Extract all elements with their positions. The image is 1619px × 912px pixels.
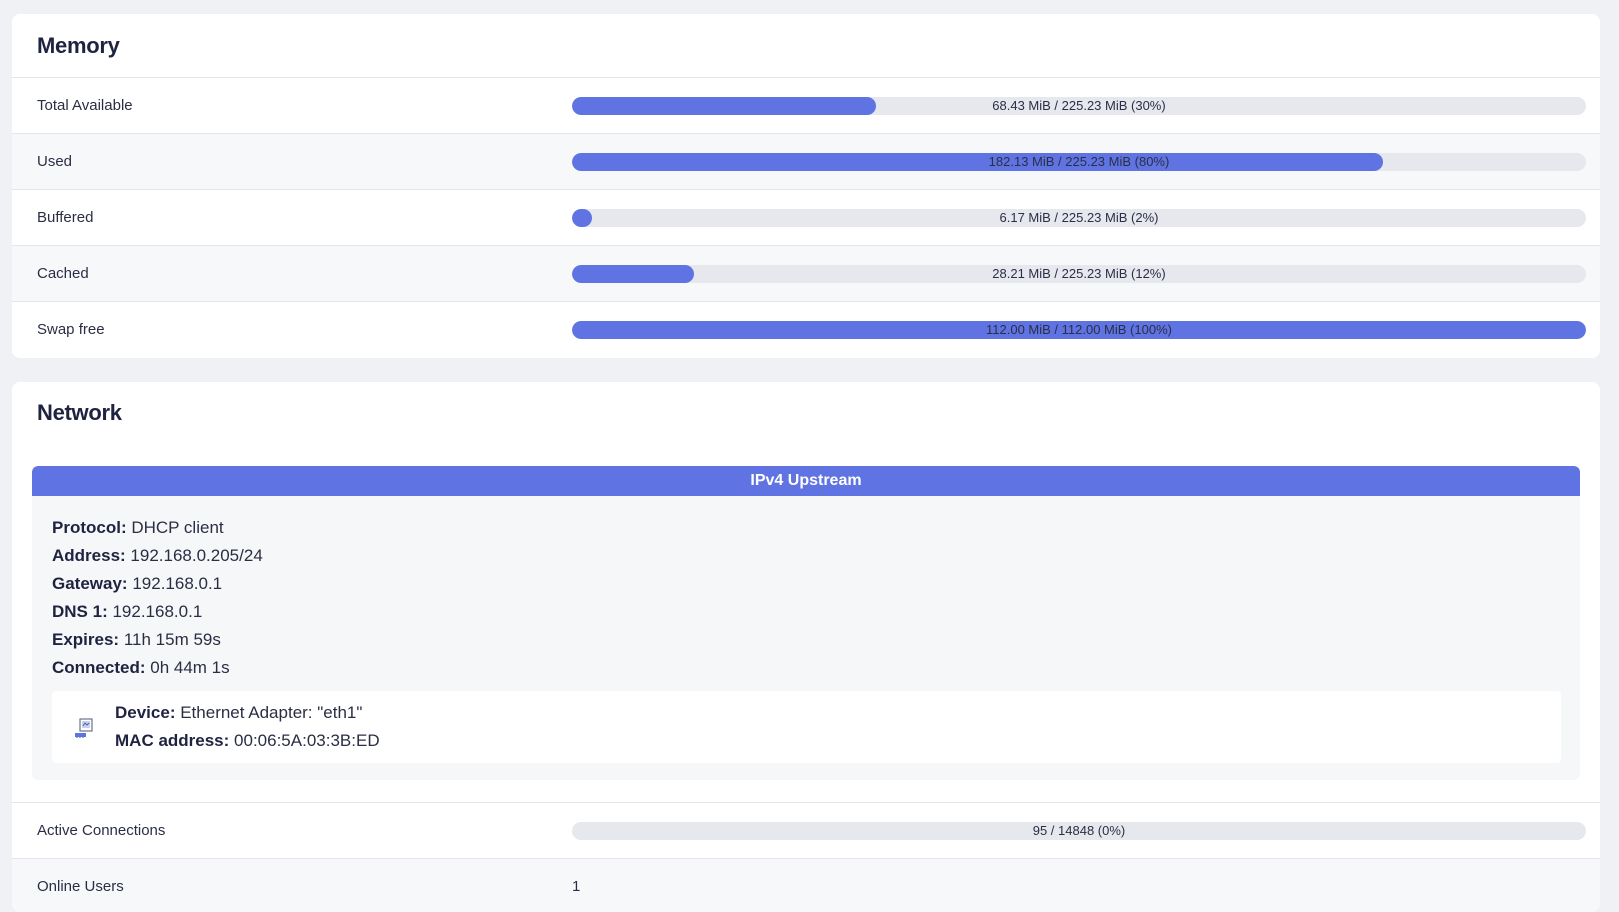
gateway-value: 192.168.0.1 <box>132 574 223 593</box>
active-connections-bar: 95 / 14848 (0%) <box>572 822 1586 840</box>
memory-title: Memory <box>12 14 1600 78</box>
ethernet-adapter-icon <box>74 717 96 739</box>
dns-value: 192.168.0.1 <box>112 602 203 621</box>
active-connections-text: 95 / 14848 (0%) <box>1032 823 1126 838</box>
memory-row: Buffered 6.17 MiB / 225.23 MiB (2%) <box>12 190 1600 246</box>
memory-progress-bar: 28.21 MiB / 225.23 MiB (12%) <box>572 265 1586 283</box>
expires-key: Expires: <box>52 630 120 649</box>
gateway-line: Gateway: 192.168.0.1 <box>52 570 1580 598</box>
mac-line: MAC address: 00:06:5A:03:3B:ED <box>115 727 380 755</box>
dns-line: DNS 1: 192.168.0.1 <box>52 598 1580 626</box>
memory-progress-bar: 6.17 MiB / 225.23 MiB (2%) <box>572 209 1586 227</box>
protocol-value: DHCP client <box>131 518 224 537</box>
device-key: Device: <box>115 703 176 722</box>
expires-value: 11h 15m 59s <box>123 630 221 649</box>
online-users-value: 1 <box>572 878 581 895</box>
connected-value: 0h 44m 1s <box>150 658 230 677</box>
upstream-info: Protocol: DHCP client Address: 192.168.0… <box>32 496 1580 682</box>
address-line: Address: 192.168.0.205/24 <box>52 542 1580 570</box>
memory-row: Swap free 112.00 MiB / 112.00 MiB (100%) <box>12 302 1600 357</box>
dns-key: DNS 1: <box>52 602 108 621</box>
network-title: Network <box>37 400 122 425</box>
gateway-key: Gateway: <box>52 574 128 593</box>
online-users-label: Online Users <box>37 878 124 895</box>
protocol-line: Protocol: DHCP client <box>52 514 1580 542</box>
ipv4-upstream-header: IPv4 Upstream <box>32 466 1580 496</box>
online-users-row: Online Users 1 <box>12 859 1600 912</box>
active-connections-row: Active Connections 95 / 14848 (0%) <box>12 803 1600 859</box>
protocol-key: Protocol: <box>52 518 127 537</box>
active-connections-label: Active Connections <box>37 822 166 839</box>
network-rows: Active Connections 95 / 14848 (0%) Onlin… <box>12 802 1600 912</box>
expires-line: Expires: 11h 15m 59s <box>52 626 1580 654</box>
device-box: Device: Ethernet Adapter: "eth1" MAC add… <box>52 691 1561 763</box>
mac-key: MAC address: <box>115 731 230 750</box>
memory-row-label: Buffered <box>37 209 94 226</box>
memory-row: Total Available 68.43 MiB / 225.23 MiB (3… <box>12 78 1600 134</box>
connected-line: Connected: 0h 44m 1s <box>52 654 1580 682</box>
device-value: Ethernet Adapter: "eth1" <box>180 703 363 722</box>
memory-row: Used 182.13 MiB / 225.23 MiB (80%) <box>12 134 1600 190</box>
memory-progress-bar: 182.13 MiB / 225.23 MiB (80%) <box>572 153 1586 171</box>
ipv4-upstream-panel: IPv4 Upstream Protocol: DHCP client Addr… <box>32 466 1580 780</box>
memory-progress-text: 112.00 MiB / 112.00 MiB (100%) <box>986 322 1172 337</box>
memory-progress-text: 68.43 MiB / 225.23 MiB (30%) <box>992 98 1166 113</box>
device-info: Device: Ethernet Adapter: "eth1" MAC add… <box>115 699 380 755</box>
memory-row: Cached 28.21 MiB / 225.23 MiB (12%) <box>12 246 1600 302</box>
memory-progress-bar: 68.43 MiB / 225.23 MiB (30%) <box>572 97 1586 115</box>
memory-card: Memory Total Available 68.43 MiB / 225.23… <box>12 14 1600 358</box>
memory-progress-bar: 112.00 MiB / 112.00 MiB (100%) <box>572 321 1586 339</box>
network-card: Network IPv4 Upstream Protocol: DHCP cli… <box>12 382 1600 912</box>
mac-value: 00:06:5A:03:3B:ED <box>234 731 380 750</box>
memory-progress-text: 182.13 MiB / 225.23 MiB (80%) <box>988 154 1170 169</box>
address-key: Address: <box>52 546 126 565</box>
memory-row-label: Used <box>37 153 73 170</box>
memory-row-label: Total Available <box>37 97 133 114</box>
memory-progress-text: 28.21 MiB / 225.23 MiB (12%) <box>992 266 1166 281</box>
connected-key: Connected: <box>52 658 146 677</box>
address-value: 192.168.0.205/24 <box>130 546 263 565</box>
memory-rows: Total Available 68.43 MiB / 225.23 MiB (3… <box>12 78 1600 357</box>
memory-row-label: Cached <box>37 265 89 282</box>
memory-progress-text: 6.17 MiB / 225.23 MiB (2%) <box>999 210 1159 225</box>
memory-row-label: Swap free <box>37 321 105 338</box>
device-line: Device: Ethernet Adapter: "eth1" <box>115 699 380 727</box>
